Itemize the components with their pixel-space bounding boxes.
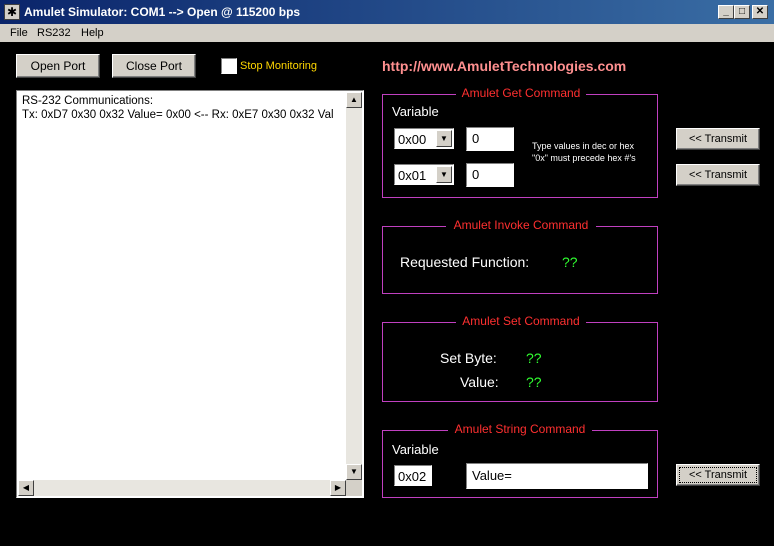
combo-value: 0x02 [398, 469, 427, 484]
transmit-get-button-2[interactable]: << Transmit [676, 164, 760, 186]
website-link[interactable]: http://www.AmuletTechnologies.com [382, 58, 626, 74]
set-command-group [382, 322, 658, 402]
asterisk-icon[interactable]: ✱ [4, 4, 20, 20]
menu-file[interactable]: File [10, 26, 28, 40]
get-variable-combo-2[interactable]: 0x01 ▼ [394, 164, 454, 185]
chevron-down-icon[interactable]: ▼ [436, 166, 452, 183]
invoke-command-title: Amulet Invoke Command [446, 218, 596, 232]
log-line: RS-232 Communications: [22, 95, 154, 107]
open-port-button[interactable]: Open Port [16, 54, 100, 78]
get-variable-label: Variable [392, 104, 439, 119]
scroll-down-icon[interactable]: ▼ [346, 464, 362, 480]
stop-monitoring-label[interactable]: Stop Monitoring [240, 60, 317, 72]
combo-value: 0x00 [398, 132, 427, 147]
chevron-down-icon[interactable]: ▼ [436, 130, 452, 147]
combo-value: 0x01 [398, 168, 427, 183]
get-hint-line-2: "0x" must precede hex #'s [532, 153, 636, 163]
string-command-title: Amulet String Command [448, 422, 592, 436]
scrollbar-corner [346, 480, 362, 496]
string-variable-label: Variable [392, 442, 439, 457]
menu-rs232[interactable]: RS232 [37, 26, 71, 40]
set-byte-value: ?? [526, 350, 542, 366]
string-variable-combo[interactable]: 0x02 [394, 465, 432, 486]
scroll-up-icon[interactable]: ▲ [346, 92, 362, 108]
get-value-input-1[interactable]: 0 [466, 127, 514, 151]
set-value-label: Value: [460, 374, 499, 390]
get-value-input-2[interactable]: 0 [466, 163, 514, 187]
scroll-right-icon[interactable]: ▶ [330, 480, 346, 496]
menu-bar [0, 24, 774, 42]
set-command-title: Amulet Set Command [456, 314, 586, 328]
minimize-button[interactable]: _ [718, 5, 734, 19]
vertical-scrollbar[interactable] [346, 92, 362, 480]
scroll-left-icon[interactable]: ◀ [18, 480, 34, 496]
string-value-input[interactable]: Value= [466, 463, 648, 489]
menu-help[interactable]: Help [81, 26, 104, 40]
get-variable-combo-1[interactable]: 0x00 ▼ [394, 128, 454, 149]
get-command-title: Amulet Get Command [456, 86, 586, 100]
requested-function-value: ?? [562, 254, 578, 270]
horizontal-scrollbar[interactable] [18, 480, 346, 496]
close-port-button[interactable]: Close Port [112, 54, 196, 78]
transmit-get-button-1[interactable]: << Transmit [676, 128, 760, 150]
requested-function-label: Requested Function: [400, 254, 530, 270]
window-title: Amulet Simulator: COM1 --> Open @ 115200… [24, 5, 301, 19]
stop-monitoring-checkbox[interactable] [221, 58, 237, 74]
maximize-button[interactable]: □ [734, 5, 750, 19]
log-line: Tx: 0xD7 0x30 0x32 Value= 0x00 <-- Rx: 0… [22, 109, 334, 121]
set-byte-label: Set Byte: [440, 350, 497, 366]
get-hint-line-1: Type values in dec or hex [532, 141, 635, 151]
set-value-value: ?? [526, 374, 542, 390]
close-button[interactable]: ✕ [752, 5, 768, 19]
transmit-string-button[interactable]: << Transmit [676, 464, 760, 486]
communications-log[interactable] [16, 90, 364, 498]
